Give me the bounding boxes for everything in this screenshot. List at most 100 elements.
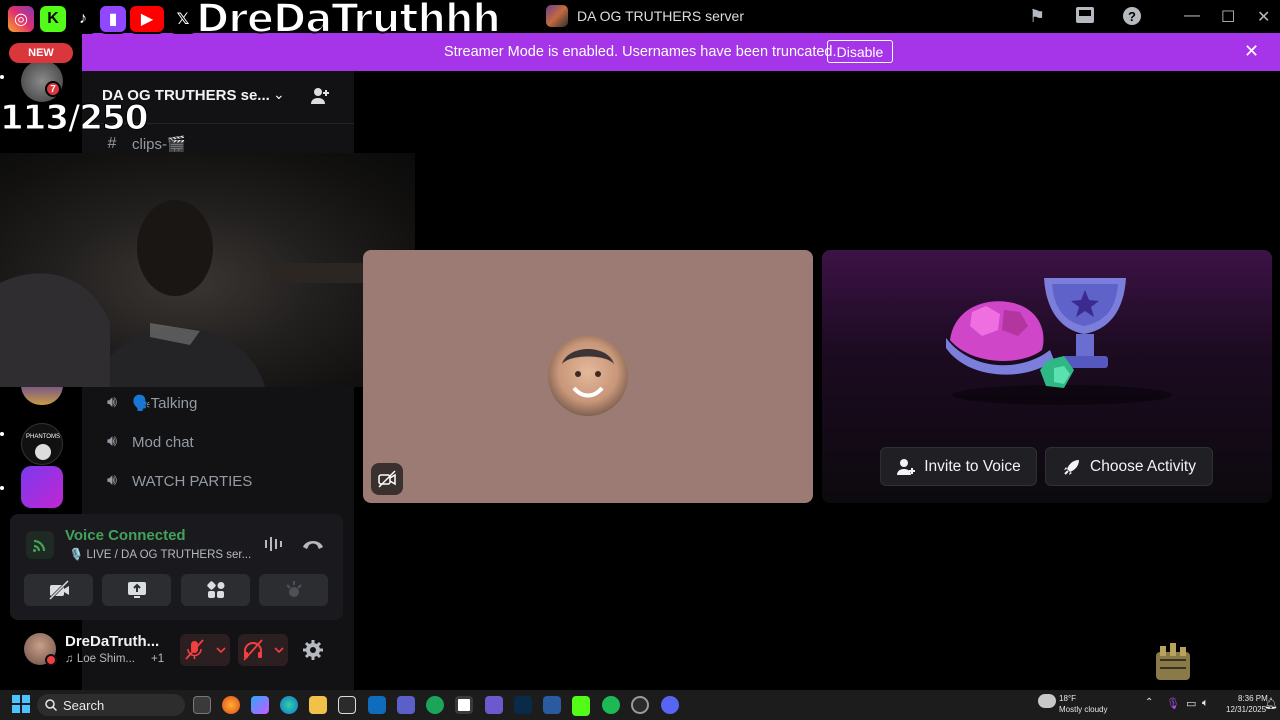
chevron-down-icon[interactable]: ⌄ bbox=[273, 86, 285, 103]
follower-counter: 113/250 bbox=[0, 98, 149, 139]
add-user-icon[interactable] bbox=[309, 86, 331, 111]
clock-date[interactable]: 12/31/2025 bbox=[1226, 705, 1266, 714]
choose-activity-label: Choose Activity bbox=[1090, 457, 1196, 475]
close-icon[interactable]: ✕ bbox=[1244, 41, 1259, 62]
channel-mod-chat[interactable]: 🔊︎ Mod chat bbox=[102, 433, 194, 451]
discord-icon[interactable] bbox=[661, 696, 679, 714]
search-icon bbox=[45, 699, 57, 711]
server-icon-phantoms[interactable]: PHANTOMS bbox=[21, 423, 63, 465]
streamer-name: DreDaTruthhh bbox=[195, 0, 502, 43]
locked-speaker-icon: 🔊︎ bbox=[106, 472, 118, 489]
voice-channel[interactable]: 🎙️ LIVE / DA OG TRUTHERS ser... bbox=[69, 547, 251, 561]
gear-icon[interactable] bbox=[302, 639, 324, 666]
signal-icon[interactable] bbox=[26, 531, 54, 559]
network-icon[interactable]: ▭ bbox=[1186, 697, 1196, 710]
minimize-icon[interactable]: — bbox=[1184, 7, 1200, 25]
locked-speaker-icon: 🔊︎ bbox=[106, 433, 118, 450]
svg-text:?: ? bbox=[1128, 9, 1136, 24]
app-icon-dark[interactable] bbox=[514, 696, 532, 714]
screen-share-icon bbox=[127, 582, 146, 598]
weather-icon[interactable] bbox=[1038, 694, 1056, 708]
channel-label: 🗣️Talking bbox=[132, 395, 198, 412]
server-icon-purple[interactable] bbox=[21, 466, 63, 508]
user-name[interactable]: DreDaTruth... bbox=[65, 633, 159, 650]
video-off-button[interactable] bbox=[24, 574, 93, 606]
edge-icon[interactable] bbox=[280, 696, 298, 714]
notes-icon[interactable] bbox=[485, 696, 503, 714]
new-badge: NEW bbox=[9, 43, 73, 63]
unread-dot bbox=[0, 75, 4, 79]
inbox-icon[interactable] bbox=[1075, 5, 1095, 30]
unread-dot bbox=[0, 486, 4, 490]
activities-icon bbox=[206, 581, 224, 598]
tiktok-icon: ♪ bbox=[68, 4, 98, 34]
activities-button[interactable] bbox=[181, 574, 250, 606]
kick-app-icon[interactable] bbox=[572, 696, 590, 716]
task-view-icon[interactable] bbox=[193, 696, 211, 714]
webcam-overlay bbox=[0, 153, 415, 387]
channel-talking[interactable]: 🔊︎ 🗣️Talking bbox=[102, 394, 197, 412]
disconnect-icon[interactable] bbox=[302, 537, 324, 556]
sparkle-icon bbox=[285, 581, 302, 597]
weather-temp[interactable]: 18°F bbox=[1059, 694, 1076, 703]
mic-off-icon bbox=[185, 639, 226, 660]
file-explorer-icon[interactable] bbox=[309, 696, 327, 714]
instagram-icon: ◎ bbox=[6, 4, 36, 34]
channel-label: WATCH PARTIES bbox=[132, 472, 253, 490]
window-title: DA OG TRUTHERS server bbox=[577, 8, 744, 24]
teams-icon[interactable] bbox=[397, 696, 415, 714]
notification-badge: 7 bbox=[45, 81, 61, 97]
camera-off-icon bbox=[371, 463, 403, 495]
chevron-up-icon[interactable]: ⌃ bbox=[1145, 697, 1153, 708]
deafen-button[interactable] bbox=[238, 634, 288, 666]
screen-share-button[interactable] bbox=[102, 574, 171, 606]
taskbar-search[interactable]: Search bbox=[37, 694, 185, 716]
flag-icon[interactable]: ⚑ bbox=[1029, 6, 1045, 27]
maximize-icon[interactable]: ☐ bbox=[1221, 7, 1235, 27]
voice-status[interactable]: Voice Connected bbox=[65, 527, 186, 544]
weather-desc[interactable]: Mostly cloudy bbox=[1059, 705, 1107, 714]
microphone-icon[interactable]: 🎙︎ bbox=[1166, 697, 1180, 710]
store-icon[interactable] bbox=[338, 696, 356, 714]
headphones-off-icon bbox=[243, 639, 284, 661]
help-icon[interactable]: ? bbox=[1122, 6, 1142, 31]
banner-text: Streamer Mode is enabled. Usernames have… bbox=[444, 44, 837, 60]
volume-icon[interactable]: 🔈︎ bbox=[1202, 697, 1209, 710]
streamer-overlay: ◎ K ♪ ▮ ▶ 𝕏 DreDaTruthhh bbox=[0, 0, 502, 43]
unread-dot bbox=[0, 432, 4, 436]
channel-label: Mod chat bbox=[132, 433, 194, 451]
x-icon: 𝕏 bbox=[168, 4, 198, 34]
user-status: ♫ Loe Shim... bbox=[65, 653, 135, 665]
add-person-icon bbox=[897, 458, 916, 475]
obs-icon[interactable] bbox=[631, 696, 649, 714]
choose-activity-button[interactable]: Choose Activity bbox=[1045, 447, 1213, 486]
status-extra: +1 bbox=[151, 653, 165, 665]
mute-button[interactable] bbox=[180, 634, 230, 666]
kick-icon: K bbox=[38, 4, 68, 34]
channel-watch-parties[interactable]: 🔊︎ WATCH PARTIES bbox=[102, 472, 252, 490]
notification-bell-icon[interactable]: 🔔︎ bbox=[1264, 697, 1278, 710]
disable-button[interactable]: Disable bbox=[827, 40, 893, 63]
spotify-icon[interactable] bbox=[602, 696, 620, 714]
invite-to-voice-button[interactable]: Invite to Voice bbox=[880, 447, 1037, 486]
svg-text:PHANTOMS: PHANTOMS bbox=[26, 434, 60, 440]
dnd-status-icon bbox=[45, 654, 57, 666]
xbox-icon[interactable] bbox=[426, 696, 444, 714]
soundboard-button[interactable] bbox=[259, 574, 328, 606]
invite-label: Invite to Voice bbox=[924, 457, 1021, 475]
webcam-scene bbox=[0, 200, 410, 387]
windows-start-icon[interactable] bbox=[12, 695, 30, 718]
search-label: Search bbox=[63, 697, 105, 713]
speaker-icon: 🔊︎ bbox=[106, 394, 118, 411]
photos-icon[interactable] bbox=[543, 696, 561, 714]
soundboard-icon[interactable] bbox=[264, 535, 286, 558]
close-window-icon[interactable]: ✕ bbox=[1257, 7, 1270, 27]
twitch-icon: ▮ bbox=[98, 4, 128, 34]
participant-avatar bbox=[548, 336, 628, 416]
copilot-icon[interactable] bbox=[251, 696, 269, 714]
firefox-icon[interactable] bbox=[222, 696, 240, 714]
camera-off-icon bbox=[48, 580, 69, 600]
youtube-icon: ▶ bbox=[128, 4, 166, 34]
outlook-icon[interactable] bbox=[368, 696, 386, 714]
app-icon[interactable] bbox=[455, 696, 473, 714]
